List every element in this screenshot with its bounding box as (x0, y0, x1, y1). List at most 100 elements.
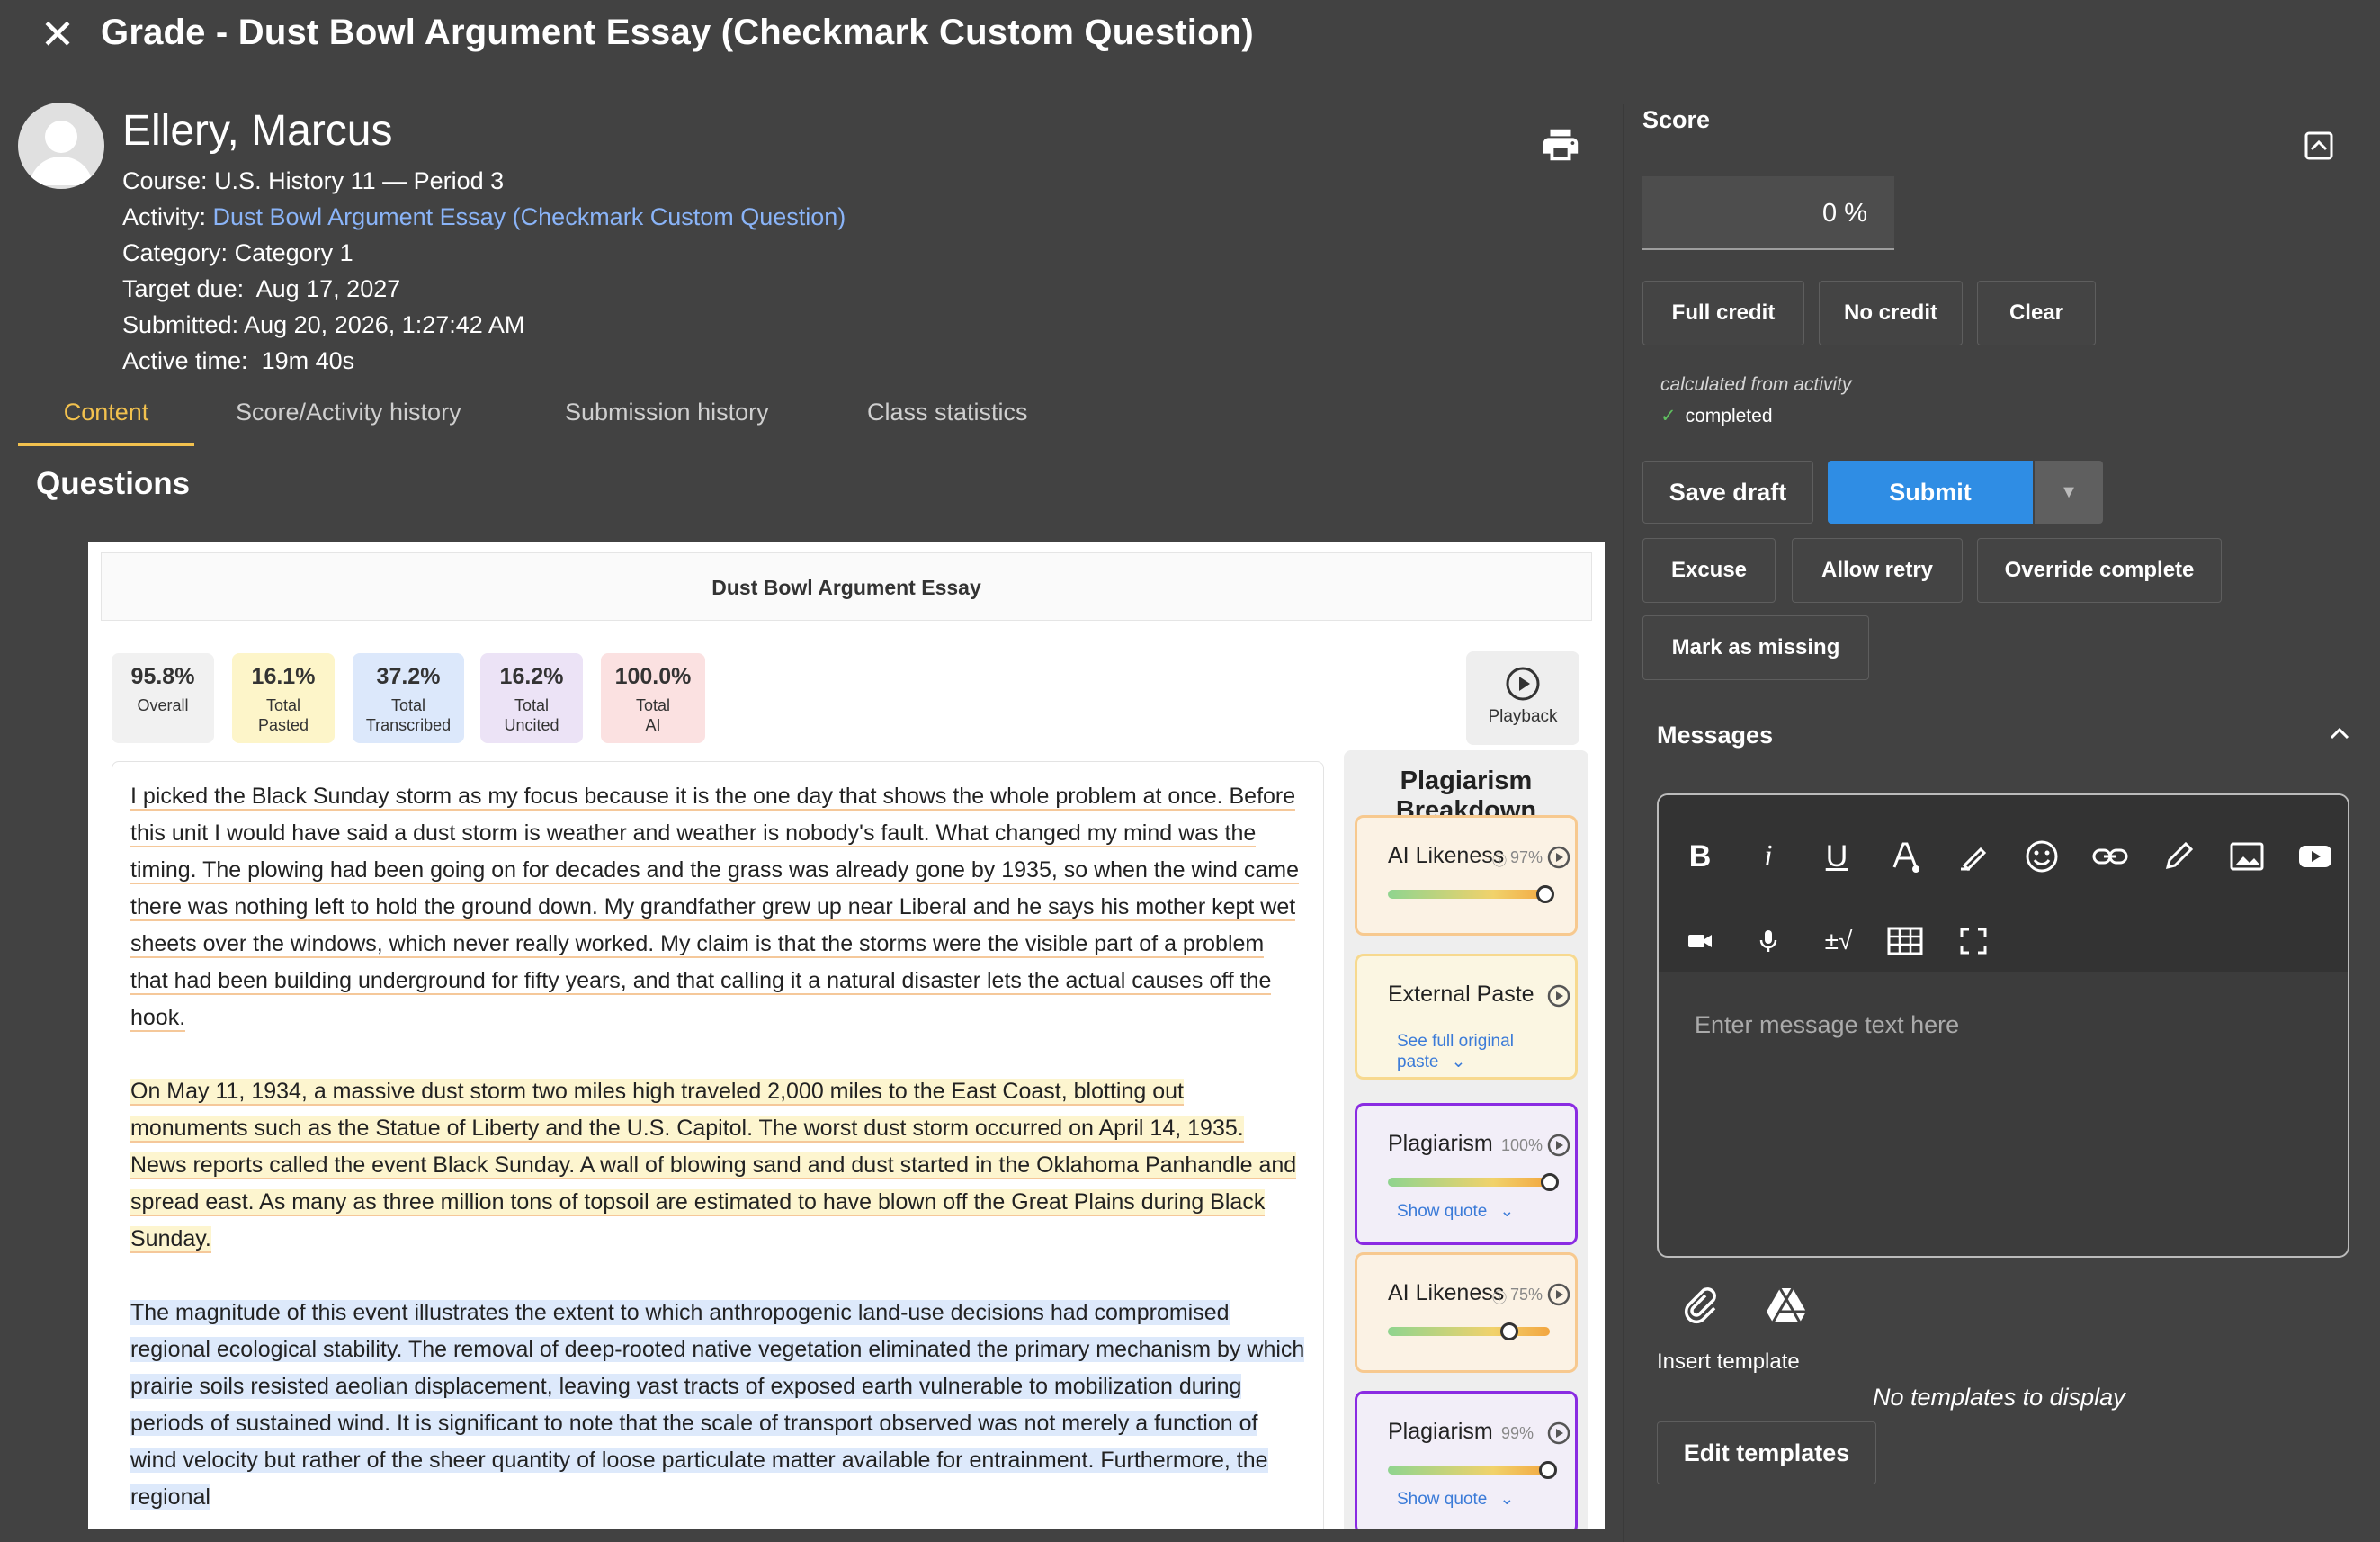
check-icon: ✓ (1660, 406, 1677, 426)
essay-text: I picked the Black Sunday storm as my fo… (112, 761, 1324, 1529)
full-credit-button[interactable]: Full credit (1642, 281, 1804, 345)
score-bar-marker (1500, 1322, 1518, 1340)
play-circle-icon[interactable] (1546, 983, 1571, 1009)
chevron-down-icon: ⌄ (1499, 1202, 1515, 1221)
no-credit-button[interactable]: No credit (1819, 281, 1963, 345)
text-color-icon[interactable] (1883, 835, 1927, 878)
submitted-line: Submitted: Aug 20, 2026, 1:27:42 AM (122, 311, 525, 338)
plagiarism-card[interactable]: AI Likeness ⓘ 97% (1355, 815, 1578, 936)
essay-paragraph: The magnitude of this event illustrates … (130, 1300, 1305, 1510)
column-divider (1623, 104, 1624, 1542)
message-input[interactable]: Enter message text here (1695, 1011, 1959, 1039)
save-draft-button[interactable]: Save draft (1642, 461, 1813, 524)
category-line: Category: Category 1 (122, 239, 353, 266)
underline-icon[interactable]: U (1815, 835, 1858, 878)
table-icon[interactable] (1883, 919, 1927, 963)
playback-button[interactable]: Playback (1466, 651, 1579, 745)
plagiarism-card[interactable]: Plagiarism 100% Show quote ⌄ (1355, 1103, 1578, 1245)
pencil-icon[interactable] (2157, 835, 2200, 878)
stat-total-pasted: 16.1% Total Pasted (232, 653, 335, 743)
essay-paragraph: I picked the Black Sunday storm as my fo… (130, 784, 1299, 1032)
plagiarism-card-percent: 75% (1510, 1286, 1543, 1304)
play-circle-icon[interactable] (1546, 845, 1571, 870)
play-circle-icon[interactable] (1546, 1133, 1571, 1158)
info-icon[interactable]: ⓘ (1492, 1286, 1507, 1307)
plagiarism-card-label: AI Likeness (1388, 1280, 1505, 1305)
chevron-down-icon: ⌄ (1499, 1490, 1515, 1509)
plagiarism-card-percent: 100% (1501, 1136, 1543, 1154)
emoji-icon[interactable] (2020, 835, 2063, 878)
stat-total-uncited: 16.2% Total Uncited (480, 653, 583, 743)
mark-missing-button[interactable]: Mark as missing (1642, 615, 1869, 680)
insert-template-label: Insert template (1657, 1349, 1800, 1374)
avatar (18, 103, 104, 189)
score-input[interactable]: 0 % (1642, 176, 1894, 250)
excuse-button[interactable]: Excuse (1642, 538, 1776, 603)
score-bar-marker (1535, 885, 1554, 903)
fullscreen-icon[interactable] (1952, 919, 1995, 963)
questions-heading: Questions (36, 466, 191, 501)
allow-retry-button[interactable]: Allow retry (1792, 538, 1963, 603)
score-bar (1388, 885, 1554, 903)
submit-options-button[interactable]: ▼ (2035, 461, 2103, 524)
message-editor: B i U ±√ Enter message text here (1657, 793, 2349, 1258)
edit-templates-button[interactable]: Edit templates (1657, 1421, 1876, 1484)
plagiarism-card-label: Plagiarism (1388, 1419, 1493, 1444)
plagiarism-card-link[interactable]: Show quote ⌄ (1397, 1201, 1514, 1222)
editor-toolbar: B i U ±√ (1659, 795, 2348, 972)
close-icon[interactable]: ✕ (36, 13, 79, 56)
plagiarism-card-percent: 99% (1501, 1424, 1534, 1442)
stat-total-ai: 100.0% Total AI (601, 653, 705, 743)
print-icon[interactable] (1540, 124, 1581, 166)
link-icon[interactable] (2089, 835, 2132, 878)
completed-status: ✓ completed (1660, 406, 1773, 426)
tab-score-activity-history[interactable]: Score/Activity history (236, 389, 461, 446)
course-line: Course: U.S. History 11 — Period 3 (122, 167, 505, 194)
plagiarism-card-label: AI Likeness (1388, 843, 1505, 868)
score-bar (1388, 1173, 1559, 1191)
question-content-panel: Dust Bowl Argument Essay 95.8% Overall 16… (88, 542, 1605, 1529)
submit-button[interactable]: Submit (1828, 461, 2033, 524)
paperclip-icon[interactable] (1678, 1283, 1722, 1326)
plagiarism-card[interactable]: Plagiarism 99% Show quote ⌄ (1355, 1391, 1578, 1529)
activity-link[interactable]: Dust Bowl Argument Essay (Checkmark Cust… (213, 203, 846, 230)
google-drive-icon[interactable] (1765, 1283, 1808, 1326)
plagiarism-card[interactable]: External Paste See full original paste ⌄ (1355, 954, 1578, 1080)
tab-class-statistics[interactable]: Class statistics (867, 389, 1028, 446)
video-camera-icon[interactable] (1678, 919, 1722, 963)
collapse-panel-icon[interactable] (2303, 130, 2335, 162)
caret-down-icon: ▼ (2060, 482, 2078, 502)
stat-overall: 95.8% Overall (112, 653, 214, 743)
score-bar (1388, 1461, 1558, 1479)
plagiarism-card-percent: 97% (1510, 848, 1543, 866)
plagiarism-breakdown: Plagiarism Breakdown AI Likeness ⓘ 97% Exte… (1344, 750, 1588, 1529)
score-bar (1388, 1322, 1550, 1340)
calculated-note: calculated from activity (1660, 374, 1852, 395)
play-circle-icon[interactable] (1546, 1282, 1571, 1307)
chevron-up-icon[interactable] (2326, 720, 2353, 747)
info-icon[interactable]: ⓘ (1492, 848, 1507, 870)
italic-icon[interactable]: i (1747, 835, 1790, 878)
essay-paragraph: On May 11, 1934, a massive dust storm tw… (130, 1079, 1297, 1253)
equation-icon[interactable]: ±√ (1812, 919, 1866, 963)
activity-line: Activity: Dust Bowl Argument Essay (Chec… (122, 203, 846, 230)
tab-content[interactable]: Content (18, 389, 194, 446)
no-templates-message: No templates to display (1873, 1384, 2125, 1411)
play-circle-icon[interactable] (1546, 1421, 1571, 1446)
tab-submission-history[interactable]: Submission history (565, 389, 769, 446)
override-complete-button[interactable]: Override complete (1977, 538, 2222, 603)
plagiarism-card-link[interactable]: Show quote ⌄ (1397, 1489, 1514, 1510)
highlighter-icon[interactable] (1952, 835, 1995, 878)
plagiarism-card-label: External Paste (1388, 982, 1534, 1007)
clear-button[interactable]: Clear (1977, 281, 2096, 345)
plagiarism-card-link[interactable]: See full original paste ⌄ (1397, 1032, 1575, 1072)
title-bar: ✕ Grade - Dust Bowl Argument Essay (Chec… (0, 0, 2380, 70)
play-circle-icon (1506, 667, 1540, 701)
image-icon[interactable] (2225, 835, 2268, 878)
plagiarism-card[interactable]: AI Likeness ⓘ 75% (1355, 1252, 1578, 1373)
youtube-icon[interactable] (2294, 835, 2337, 878)
student-name: Ellery, Marcus (122, 107, 393, 155)
chevron-down-icon: ⌄ (1451, 1053, 1466, 1071)
microphone-icon[interactable] (1747, 919, 1790, 963)
bold-icon[interactable]: B (1678, 835, 1722, 878)
